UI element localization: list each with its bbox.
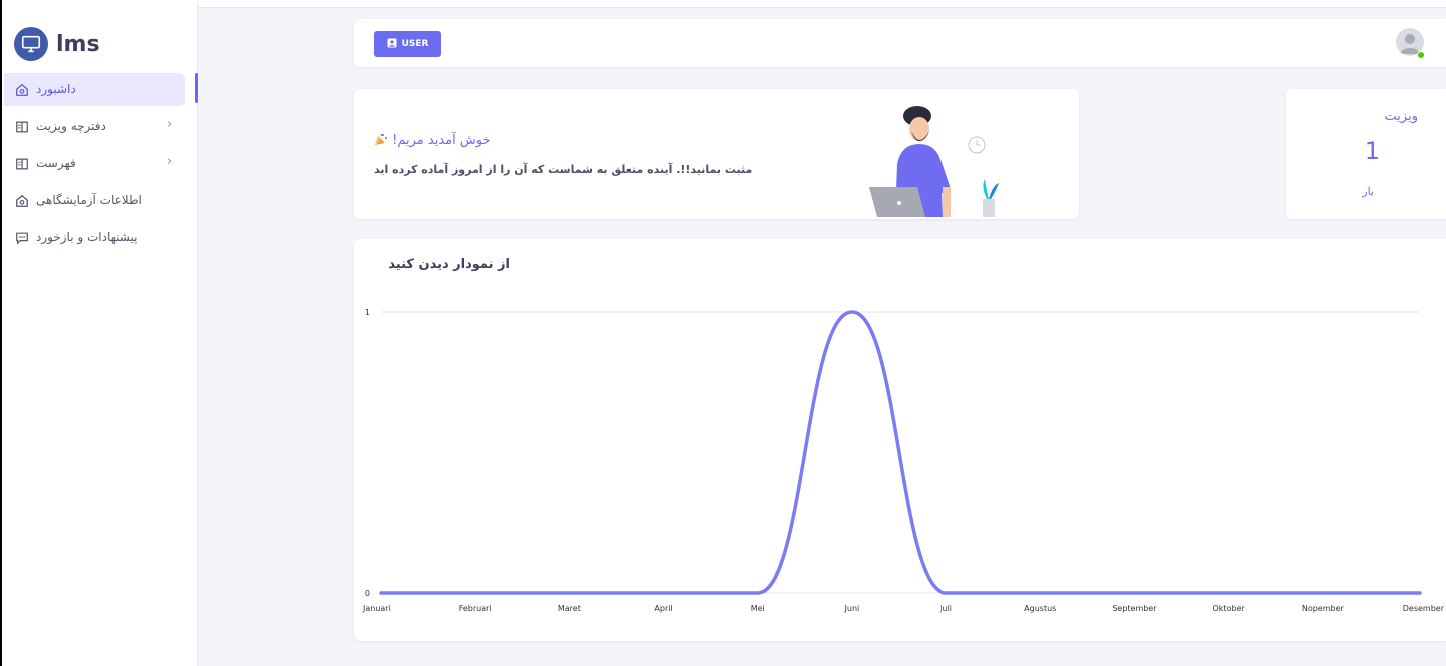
brand-logo[interactable]: lms xyxy=(14,26,100,62)
chart-card: از نمودار دیدن کنید 0 1 Januari Februari Mar… xyxy=(354,239,1446,641)
visit-count: 1 xyxy=(1364,137,1380,165)
visit-unit: بار xyxy=(1362,185,1374,198)
y-tick-label: 1 xyxy=(365,308,370,317)
x-tick-label: Agustus xyxy=(1024,604,1056,613)
sidebar-item-lab-info[interactable]: اطلاعات آزمایشگاهی xyxy=(4,184,198,217)
x-tick-label: April xyxy=(654,604,672,613)
x-tick-label: Desember xyxy=(1403,604,1445,613)
x-tick-label: Februari xyxy=(459,604,492,613)
visit-card: ویزیت 1 بار xyxy=(1286,89,1446,219)
sidebar-item-list[interactable]: فهرست › xyxy=(4,147,198,180)
book-icon xyxy=(14,119,30,135)
person-at-laptop-illustration xyxy=(869,106,999,217)
sidebar-item-label: داشبورد xyxy=(36,82,76,96)
sidebar: lms داشبورد دفترچه ویزیت › فهرست › اطلاع… xyxy=(2,0,198,666)
online-status-dot xyxy=(1417,51,1425,59)
x-tick-label: Mei xyxy=(751,604,765,613)
top-strip xyxy=(198,0,1446,8)
x-tick-label: Juli xyxy=(939,604,952,613)
home-icon xyxy=(14,82,30,98)
visit-title: ویزیت xyxy=(1384,109,1418,124)
welcome-title: !خوش آمدید مریم xyxy=(374,133,491,148)
welcome-card: !خوش آمدید مریم مثبت بمانید!!. آینده متع… xyxy=(354,89,1079,219)
sidebar-item-visit-book[interactable]: دفترچه ویزیت › xyxy=(4,110,198,143)
window-edge xyxy=(0,0,2,666)
chevron-right-icon: › xyxy=(167,154,173,169)
welcome-subtitle: مثبت بمانید!!. آینده متعلق به شماست که آ… xyxy=(374,163,753,176)
x-tick-label: Januari xyxy=(362,604,391,613)
message-icon xyxy=(14,230,30,246)
sidebar-item-label: فهرست xyxy=(36,156,76,170)
user-button[interactable]: USER xyxy=(374,31,441,57)
book-icon xyxy=(14,156,30,172)
computer-icon xyxy=(14,27,48,61)
user-button-label: USER xyxy=(401,39,429,49)
active-indicator xyxy=(195,73,198,103)
chevron-right-icon: › xyxy=(167,117,173,132)
x-tick-label: Oktober xyxy=(1213,604,1246,613)
user-badge-icon xyxy=(387,38,397,51)
sidebar-nav: داشبورد دفترچه ویزیت › فهرست › اطلاعات آ… xyxy=(4,73,198,258)
x-tick-label: Maret xyxy=(558,604,581,613)
sidebar-item-dashboard[interactable]: داشبورد xyxy=(4,73,185,106)
x-tick-label: September xyxy=(1112,604,1157,613)
sidebar-item-label: دفترچه ویزیت xyxy=(36,119,106,133)
brand-name: lms xyxy=(56,31,100,57)
series-line xyxy=(379,310,1422,595)
line-chart: 0 1 Januari Februari Maret April Mei Juni Juli Ag… xyxy=(362,308,1445,613)
sidebar-item-label: اطلاعات آزمایشگاهی xyxy=(36,193,142,207)
x-tick-label: Nopember xyxy=(1302,604,1345,613)
y-tick-label: 0 xyxy=(365,589,370,598)
party-popper-icon xyxy=(374,133,392,148)
top-bar: USER xyxy=(354,19,1446,67)
sidebar-item-label: پیشنهادات و بازخورد xyxy=(36,230,138,244)
sidebar-item-feedback[interactable]: پیشنهادات و بازخورد xyxy=(4,221,198,254)
home-icon xyxy=(14,193,30,209)
x-tick-label: Juni xyxy=(844,604,860,613)
